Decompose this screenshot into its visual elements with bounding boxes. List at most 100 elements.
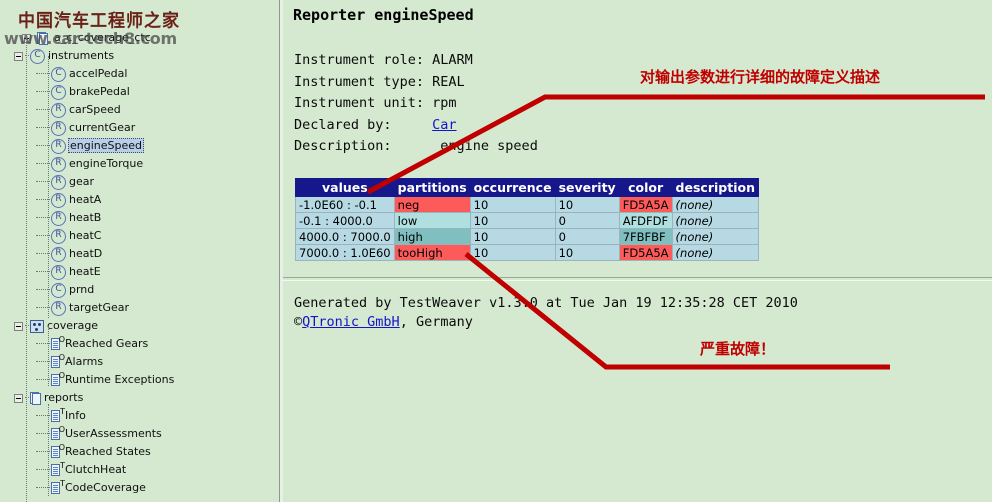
cell-severity: 10: [554, 196, 620, 213]
metadata-row: Description: engine speed: [294, 136, 538, 158]
metadata-value: REAL: [432, 73, 465, 90]
circle-r-icon: R: [51, 300, 66, 316]
tree-item-label: instruments: [48, 49, 115, 62]
cell-color: FD5A5A: [618, 196, 673, 213]
cell-color: AFDFDF: [618, 212, 673, 229]
tree-item-label: gear: [69, 175, 95, 188]
tree-item-label: reports: [44, 391, 84, 404]
table-header-row: values partitions occurrence severity color d…: [295, 178, 759, 197]
application-window: a_c_coverage_ctc Cinstruments CaccelPedal…: [0, 0, 992, 502]
circle-r-icon: R: [51, 192, 66, 208]
column-header-color: color: [618, 178, 673, 197]
cell-values: 4000.0 : 7000.0: [295, 228, 395, 245]
circle-r-icon: R: [51, 228, 66, 244]
tree-item-label: prnd: [69, 283, 95, 296]
tree-item-label: carSpeed: [69, 103, 121, 116]
tree-item-label: heatA: [69, 193, 102, 206]
table-row: -0.1 : 4000.0 low 10 0 AFDFDF (none): [295, 212, 759, 229]
cell-partitions: neg: [393, 196, 471, 213]
tree-item-label: coverage: [47, 319, 99, 332]
tree-item-label: ClutchHeat: [65, 463, 127, 476]
cell-severity: 0: [554, 212, 620, 229]
metadata-value: engine speed: [432, 138, 538, 154]
metadata-value[interactable]: Car: [432, 117, 456, 133]
watermark-url: www.car-tech8.com: [4, 29, 177, 48]
cell-severity: 0: [554, 228, 620, 245]
cell-partitions: low: [393, 212, 471, 229]
metadata-row: Instrument type: REAL: [294, 72, 538, 94]
report-t-icon: T: [51, 479, 65, 495]
metadata-key: Description:: [294, 138, 392, 154]
qtronic-link[interactable]: QTronic GmbH: [302, 314, 400, 330]
cell-description: (none): [671, 212, 759, 229]
copyright-line: ©QTronic GmbH, Germany: [294, 313, 798, 332]
annotation-label-2: 严重故障！: [700, 340, 776, 358]
circle-r-icon: R: [51, 138, 66, 154]
tree-guide-line: [48, 404, 49, 496]
column-header-partitions: partitions: [393, 178, 471, 197]
tree-item-label: engineSpeed: [68, 138, 144, 153]
column-header-severity: severity: [554, 178, 620, 197]
circle-r-icon: R: [51, 174, 66, 190]
tree-item-label: Reached States: [65, 445, 151, 458]
cell-description: (none): [671, 228, 759, 245]
circle-r-icon: R: [51, 264, 66, 280]
report-q-icon: O: [51, 335, 65, 351]
cell-occurrence: 10: [469, 228, 556, 245]
metadata-key: Instrument unit:: [294, 95, 425, 111]
tree-item-label: accelPedal: [69, 67, 128, 80]
tree-expander-icon[interactable]: [14, 393, 23, 403]
metadata-row: Instrument unit: rpm: [294, 93, 538, 115]
column-header-description: description: [671, 178, 759, 197]
cell-occurrence: 10: [469, 196, 556, 213]
column-header-occurrence: occurrence: [469, 178, 556, 197]
cell-values: -1.0E60 : -0.1: [295, 196, 395, 213]
report-q-icon: O: [51, 353, 65, 369]
tree-guide-line: [48, 56, 49, 318]
country-text: , Germany: [399, 314, 473, 330]
circle-c-icon: C: [30, 48, 45, 64]
generated-line: Generated by TestWeaver v1.3.0 at Tue Ja…: [294, 295, 798, 311]
tree-item-label: CodeCoverage: [65, 481, 146, 494]
cell-values: -0.1 : 4000.0: [295, 212, 395, 229]
partitions-table: values partitions occurrence severity color d…: [295, 178, 759, 261]
table-row: 7000.0 : 1.0E60 tooHigh 10 10 FD5A5A (none): [295, 244, 759, 261]
tree-item-label: Runtime Exceptions: [65, 373, 175, 386]
coverage-icon: [30, 319, 44, 333]
circle-r-icon: R: [51, 156, 66, 172]
column-header-values: values: [295, 178, 395, 197]
watermark-chinese: 中国汽车工程师之家: [18, 10, 180, 32]
horizontal-rule: [283, 277, 992, 281]
table-row: 4000.0 : 7000.0 high 10 0 7FBFBF (none): [295, 228, 759, 245]
circle-c-icon: C: [51, 84, 66, 100]
tree-expander-icon[interactable]: [14, 321, 23, 331]
circle-r-icon: R: [51, 210, 66, 226]
metadata-key: Instrument role:: [294, 52, 425, 68]
tree-item-label: heatE: [69, 265, 101, 278]
instrument-metadata: Instrument role: ALARM Instrument type: REA…: [294, 50, 538, 158]
metadata-row: Declared by: Car: [294, 115, 538, 137]
tree-item-label: heatC: [69, 229, 102, 242]
tree-item-label: Reached Gears: [65, 337, 149, 350]
tree-item-label: heatD: [69, 247, 103, 260]
tree-item-label: Alarms: [65, 355, 104, 368]
metadata-row: Instrument role: ALARM: [294, 50, 538, 72]
page-title: Reporter engineSpeed: [293, 6, 474, 24]
report-t-icon: T: [51, 407, 65, 423]
report-q-icon: O: [51, 371, 65, 387]
tree-guide-line: [26, 38, 27, 502]
tree-item-label: Info: [65, 409, 86, 422]
cell-occurrence: 10: [469, 212, 556, 229]
tree-expander-icon[interactable]: [14, 51, 23, 61]
tree-item-label: brakePedal: [69, 85, 130, 98]
cell-occurrence: 10: [469, 244, 556, 261]
tree-item-label: targetGear: [69, 301, 130, 314]
cell-color: 7FBFBF: [618, 228, 673, 245]
project-tree-panel[interactable]: a_c_coverage_ctc Cinstruments CaccelPedal…: [0, 0, 279, 502]
tree-item-label: currentGear: [69, 121, 136, 134]
tree-item-label: UserAssessments: [65, 427, 162, 440]
cell-description: (none): [671, 244, 759, 261]
cell-values: 7000.0 : 1.0E60: [295, 244, 395, 261]
metadata-key: Declared by:: [294, 116, 392, 133]
copyright-symbol: ©: [294, 314, 303, 330]
